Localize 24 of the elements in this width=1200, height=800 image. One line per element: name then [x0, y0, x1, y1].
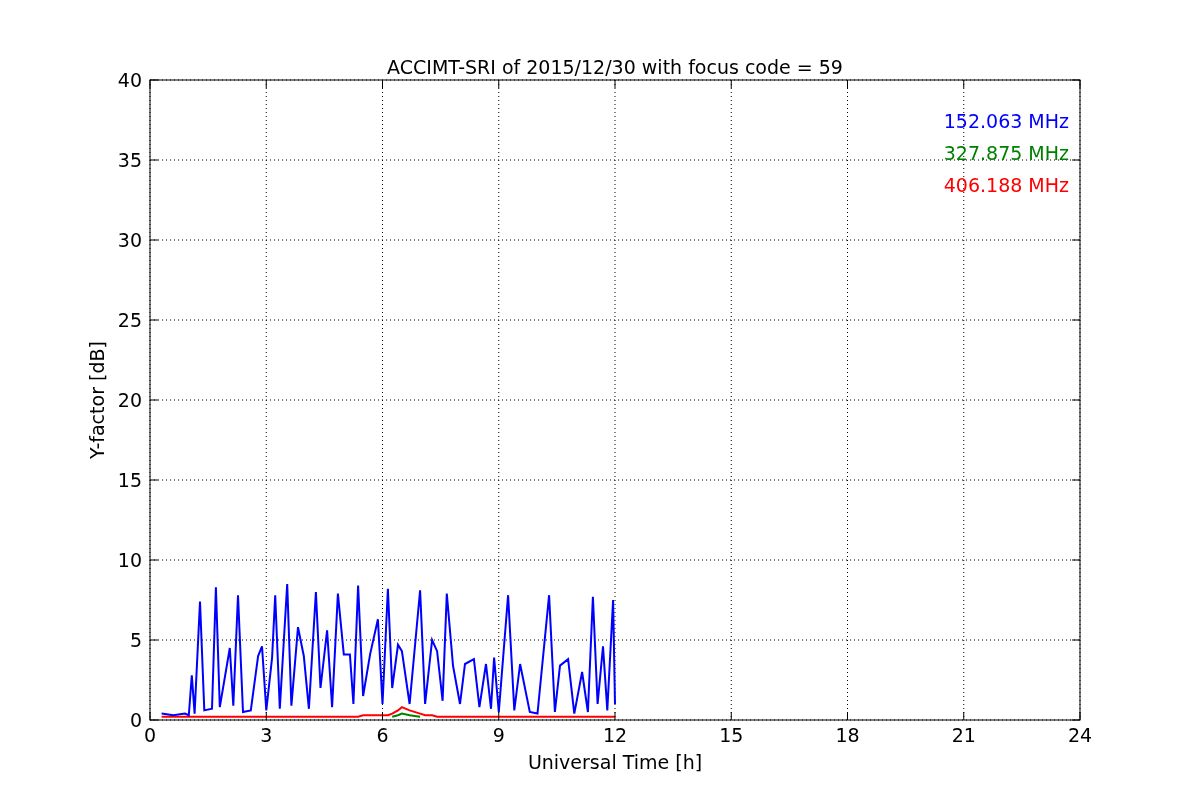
tick-label: 3 [260, 724, 273, 746]
tick-label: 6 [376, 724, 389, 746]
tick-label: 10 [117, 549, 142, 571]
tick-label: 21 [951, 724, 976, 746]
tick-label: 18 [835, 724, 860, 746]
tick-label: 25 [117, 309, 142, 331]
y-axis-label: Y-factor [dB] [86, 341, 108, 459]
tick-label: 40 [117, 69, 142, 91]
tick-label: 15 [117, 469, 142, 491]
tick-label: 12 [602, 724, 628, 746]
tick-label: 0 [129, 709, 142, 731]
tick-label: 15 [719, 724, 744, 746]
tick-label: 35 [117, 149, 142, 171]
legend-label: 152.063 MHz [943, 110, 1069, 132]
legend-label: 327.875 MHz [943, 142, 1069, 164]
chart-title: ACCIMT-SRI of 2015/12/30 with focus code = 59 [387, 56, 843, 78]
x-axis-label: Universal Time [h] [527, 751, 703, 773]
tick-label: 0 [143, 724, 157, 746]
legend-label: 406.188 MHz [943, 174, 1069, 196]
tick-label: 24 [1067, 724, 1093, 746]
tick-label: 5 [129, 629, 142, 651]
tick-label: 9 [492, 724, 505, 746]
tick-label: 30 [117, 229, 142, 251]
tick-label: 20 [117, 389, 142, 411]
